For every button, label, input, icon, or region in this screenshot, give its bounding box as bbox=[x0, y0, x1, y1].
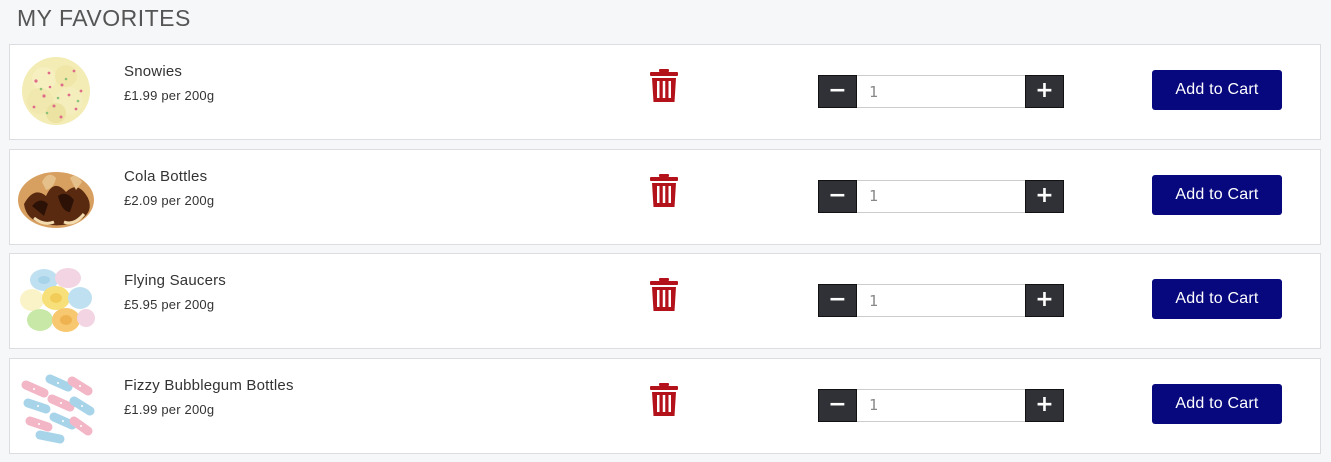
product-name[interactable]: Snowies bbox=[124, 63, 214, 81]
decrement-button[interactable]: − bbox=[818, 284, 857, 317]
product-info: Cola Bottles £2.09 per 200g bbox=[124, 168, 214, 209]
decrement-button[interactable]: − bbox=[818, 179, 857, 213]
favorite-item: Flying Saucers £5.95 per 200g − + Add to… bbox=[9, 253, 1321, 349]
favorite-item: Cola Bottles £2.09 per 200g − + Add to C… bbox=[9, 148, 1321, 245]
product-image bbox=[18, 171, 94, 228]
quantity-input[interactable] bbox=[857, 179, 1025, 213]
product-price: £1.99 per 200g bbox=[124, 88, 215, 103]
decrement-button[interactable]: − bbox=[818, 388, 857, 422]
product-name[interactable]: Cola Bottles bbox=[124, 168, 214, 186]
quantity-input[interactable] bbox=[857, 75, 1025, 108]
quantity-input[interactable] bbox=[857, 388, 1025, 422]
product-image bbox=[22, 57, 90, 125]
product-image bbox=[21, 374, 95, 443]
product-price: £1.99 per 200g bbox=[124, 401, 215, 417]
product-price: £5.95 per 200g bbox=[124, 297, 215, 312]
quantity-stepper: − + bbox=[818, 179, 1064, 213]
product-image bbox=[20, 268, 95, 332]
trash-icon[interactable] bbox=[650, 69, 678, 103]
quantity-stepper: − + bbox=[818, 75, 1064, 108]
product-name[interactable]: Flying Saucers bbox=[124, 272, 226, 290]
add-to-cart-button[interactable]: Add to Cart bbox=[1152, 70, 1282, 110]
product-name[interactable]: Fizzy Bubblegum Bottles bbox=[124, 377, 294, 395]
add-to-cart-button[interactable]: Add to Cart bbox=[1152, 174, 1282, 215]
product-info: Flying Saucers £5.95 per 200g bbox=[124, 272, 226, 313]
add-to-cart-button[interactable]: Add to Cart bbox=[1152, 279, 1282, 319]
increment-button[interactable]: + bbox=[1025, 75, 1064, 108]
increment-button[interactable]: + bbox=[1025, 179, 1064, 213]
increment-button[interactable]: + bbox=[1025, 284, 1064, 317]
add-to-cart-button[interactable]: Add to Cart bbox=[1152, 383, 1282, 424]
trash-icon[interactable] bbox=[650, 278, 678, 312]
product-info: Fizzy Bubblegum Bottles £1.99 per 200g bbox=[124, 377, 294, 418]
product-info: Snowies £1.99 per 200g bbox=[124, 63, 214, 104]
product-price: £2.09 per 200g bbox=[124, 192, 215, 208]
favorite-item: Snowies £1.99 per 200g − + Add to Cart bbox=[9, 44, 1321, 140]
favorites-list: Snowies £1.99 per 200g − + Add to Cart bbox=[9, 44, 1321, 462]
quantity-stepper: − + bbox=[818, 388, 1064, 422]
decrement-button[interactable]: − bbox=[818, 75, 857, 108]
trash-icon[interactable] bbox=[650, 173, 678, 208]
quantity-stepper: − + bbox=[818, 284, 1064, 317]
favorite-item: Fizzy Bubblegum Bottles £1.99 per 200g −… bbox=[9, 357, 1321, 454]
page-title: MY FAVORITES bbox=[17, 5, 191, 31]
increment-button[interactable]: + bbox=[1025, 388, 1064, 422]
trash-icon[interactable] bbox=[650, 382, 678, 417]
quantity-input[interactable] bbox=[857, 284, 1025, 317]
